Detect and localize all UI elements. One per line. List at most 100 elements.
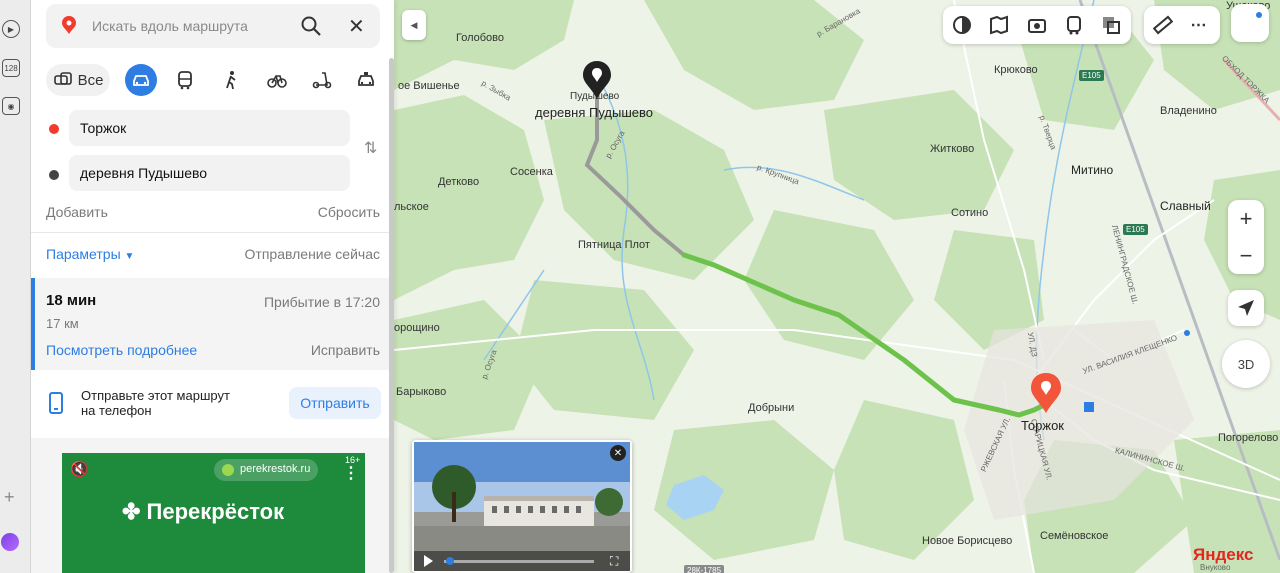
fullscreen-icon[interactable]: ⛶ [610,554,618,569]
route-search-box[interactable]: Искать вдоль маршрута ✕ [46,4,380,48]
yandex-logo: Яндекс [1193,545,1253,565]
hints-icon[interactable] [988,14,1010,36]
location-arrow-icon [1238,300,1254,316]
collapse-panel-button[interactable]: ◀ [402,10,426,40]
counter-icon[interactable]: 128 [2,59,20,77]
mapviews-icon[interactable] [1100,14,1122,36]
map-label-detkovo: Детково [438,176,480,188]
panorama-progress-track[interactable] [444,560,594,563]
ad-brand: ✤ Перекрёсток [122,499,285,524]
road-shield-e105-top: E105 [1079,70,1104,81]
send-text: Отправьте этот маршрут на телефон [81,388,281,418]
send-text-line1: Отправьте этот маршрут [81,388,230,403]
map-label-skoe: льское [394,201,429,213]
ad-menu-icon[interactable]: ⋮ [343,463,359,483]
ruler-icon[interactable] [1152,14,1174,36]
transport-modes: Все [46,64,386,98]
panorama-preview[interactable]: ✕ ⛶ [412,440,632,573]
zoom-in-button[interactable]: + [1228,200,1264,237]
walk-icon [226,71,236,90]
swap-icon[interactable]: ⇅ [364,138,377,158]
close-icon[interactable]: ✕ [348,14,365,39]
map-label-golobovo: Голобово [456,32,505,44]
map-layers-toolbar [943,6,1131,44]
map-label-dobryni: Добрыни [748,402,795,414]
route-distance: 17 км [46,316,79,331]
profile-button[interactable] [1231,4,1269,42]
panel-scrollbar[interactable] [389,58,394,573]
destination-marker[interactable] [583,61,611,101]
map-label-sotino: Сотино [951,207,989,219]
panorama-close-button[interactable]: ✕ [610,445,626,461]
bus-icon [178,71,192,90]
to-field[interactable]: деревня Пудышево [69,155,350,191]
map-label-slavny: Славный [1160,199,1211,213]
notification-dot [1256,12,1262,18]
road-shield-28k: 28К-1785 [684,565,725,573]
route-duration: 18 мин [46,292,97,309]
map-tools-toolbar: ⋯ [1144,6,1220,44]
mode-scooter-button[interactable] [310,64,334,96]
divider [31,232,394,233]
map-label-vishenye: ое Вишенье [398,80,460,92]
panorama-progress-knob[interactable] [446,557,454,565]
add-point-link[interactable]: Добавить [46,204,108,220]
origin-marker[interactable] [1031,373,1061,415]
search-icon[interactable] [300,15,322,37]
chevron-down-icon: ▼ [124,251,135,262]
transport-icon[interactable] [1063,14,1085,36]
zoom-control: + − [1228,200,1264,274]
send-to-phone: Отправьте этот маршрут на телефон Отправ… [31,372,394,434]
params-dropdown[interactable]: Параметры ▼ [46,246,134,262]
zoom-out-button[interactable]: − [1228,237,1264,274]
search-input[interactable]: Искать вдоль маршрута [92,18,248,34]
play-icon[interactable] [424,555,433,567]
ad-banner[interactable]: 🔇 perekrestok.ru 16+ ⋮ ✤ Перекрёсток [62,453,365,573]
params-label: Параметры [46,246,121,262]
alice-icon[interactable] [1,533,19,551]
my-location-button[interactable] [1228,290,1264,326]
mode-taxi-button[interactable] [354,64,378,96]
route-card[interactable]: 18 мин 17 км Прибытие в 17:20 Посмотреть… [31,278,394,370]
route-arrival: Прибытие в 17:20 [263,294,380,310]
mode-all-button[interactable]: Все [46,64,110,96]
taxi-icon [358,72,374,86]
ad-brand-name: Перекрёсток [146,499,285,524]
car-bus-icon [53,72,72,85]
map-label-pudyshevo: деревня Пудышево [535,105,654,120]
mode-bus-button[interactable] [173,64,197,96]
map-label-novoe-boristsevo: Новое Борисцево [922,535,1013,547]
road-shield-e105-mid: E105 [1123,224,1148,235]
mode-all-label: Все [77,71,104,89]
mode-bicycle-button[interactable] [264,64,290,96]
map-label-pyatnitsa: Пятница Плот [578,239,650,251]
more-icon[interactable]: ⋯ [1188,14,1210,36]
layers-icon[interactable] [951,14,973,36]
route-details-link[interactable]: Посмотреть подробнее [46,342,197,358]
panorama-icon[interactable] [1026,14,1048,36]
map-pin-icon [62,16,76,34]
mode-walk-button[interactable] [219,64,243,96]
scooter-icon [312,72,332,89]
from-dot [49,124,59,134]
bicycle-icon [267,75,287,88]
route-fix-link[interactable]: Исправить [311,342,380,358]
map-label-barykovo: Барыково [396,386,447,398]
car-icon [133,75,149,86]
mute-icon[interactable]: 🔇 [70,460,89,478]
browser-sidebar: ▶ 128 ◉ + [0,0,31,573]
toggle-3d-button[interactable]: 3D [1222,340,1270,388]
map-label-vladenino: Владенино [1160,105,1217,117]
panorama-controls: ⛶ [414,551,630,571]
ad-domain: perekrestok.ru [240,463,311,475]
phone-icon [49,392,63,414]
play-circle-icon[interactable]: ▶ [2,20,20,38]
camera-icon[interactable]: ◉ [2,97,20,115]
ad-domain-chip[interactable]: perekrestok.ru [214,459,319,481]
send-button[interactable]: Отправить [289,387,381,419]
reset-link[interactable]: Сбросить [318,204,380,220]
mode-car-button[interactable] [125,64,157,96]
depart-time[interactable]: Отправление сейчас [245,246,380,262]
plus-icon[interactable]: + [4,487,15,508]
from-field[interactable]: Торжок [69,110,350,146]
